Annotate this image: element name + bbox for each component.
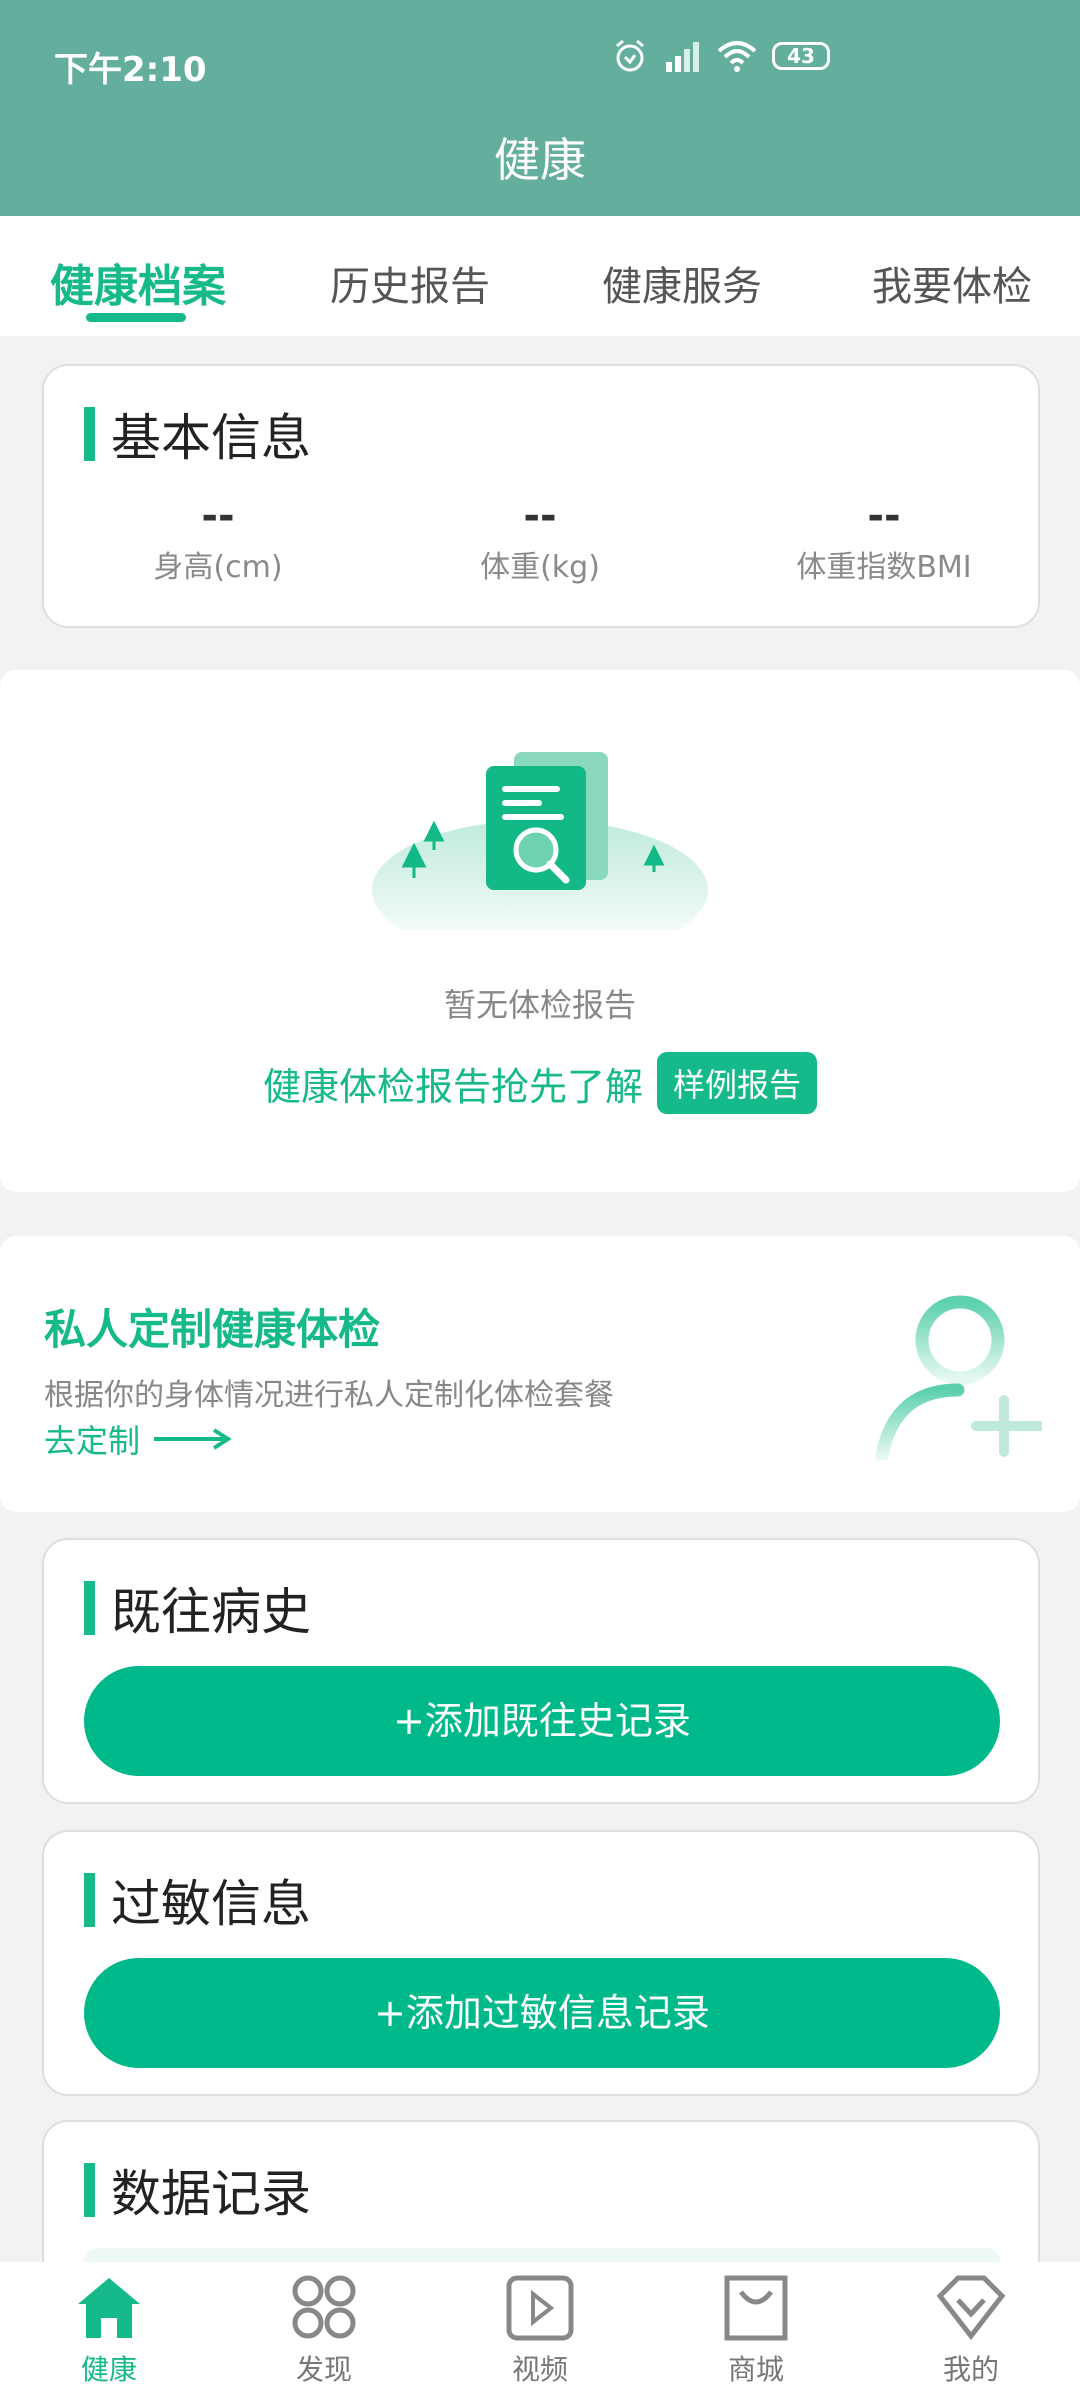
nav-item-health[interactable]: 健康 [44, 2274, 174, 2388]
metric-height-value: -- [201, 493, 235, 539]
status-icons: 43 [612, 38, 830, 74]
nav-label-discover: 发现 [295, 2353, 352, 2386]
custom-checkup-description: 根据你的身体情况进行私人定制化体检套餐 [44, 1378, 614, 1413]
data-records-title: 数据记录 [111, 2165, 311, 2223]
nav-label-video: 视频 [511, 2353, 568, 2386]
nav-item-profile[interactable]: 我的 [906, 2274, 1036, 2388]
add-user-icon [875, 1295, 1042, 1460]
status-time: 下午2:10 [54, 50, 207, 90]
arrow-right-icon [154, 1428, 232, 1450]
metric-bmi-value: -- [867, 493, 901, 539]
add-medical-history-button[interactable]: +添加既往史记录 [84, 1666, 1000, 1776]
section-accent-bar [84, 407, 95, 461]
metric-height-label: 身高(cm) [153, 550, 283, 585]
alarm-icon [616, 39, 644, 72]
basic-info-header: 基本信息 [84, 398, 311, 470]
allergy-card: 过敏信息 +添加过敏信息记录 [42, 1830, 1040, 2096]
empty-report-illustration [372, 752, 708, 930]
app-header: 下午2:10 43 健康 [0, 0, 1080, 216]
nav-label-shop: 商城 [727, 2353, 784, 2386]
bottom-nav: 健康 发现 视频 商城 我的 [0, 2262, 1080, 2400]
report-promo-text[interactable]: 健康体检报告抢先了解 [263, 1056, 643, 1111]
metric-weight-value: -- [523, 493, 557, 539]
top-tabs: 健康档案 历史报告 健康服务 我要体检 [0, 216, 1080, 336]
sample-report-row: 健康体检报告抢先了解 样例报告 [0, 1052, 1080, 1114]
medical-history-card: 既往病史 +添加既往史记录 [42, 1538, 1040, 1804]
page-title: 健康 [494, 133, 586, 187]
basic-info-title: 基本信息 [111, 409, 311, 467]
customize-link[interactable]: 去定制 [44, 1416, 232, 1462]
video-icon [506, 2275, 574, 2341]
wifi-icon [717, 41, 757, 72]
metric-weight[interactable]: -- 体重(kg) [390, 496, 690, 586]
nav-item-video[interactable]: 视频 [475, 2274, 605, 2388]
tab-indicator [86, 313, 186, 322]
section-accent-bar [84, 2163, 95, 2217]
tab-history-reports[interactable]: 历史报告 [330, 254, 490, 312]
nav-item-discover[interactable]: 发现 [259, 2274, 389, 2388]
nav-item-shop[interactable]: 商城 [691, 2274, 821, 2388]
section-accent-bar [84, 1581, 95, 1635]
shop-bag-icon [724, 2275, 788, 2341]
customize-link-label: 去定制 [44, 1422, 141, 1460]
nav-label-health: 健康 [80, 2353, 137, 2386]
discover-icon [292, 2275, 356, 2339]
metric-bmi[interactable]: -- 体重指数BMI [734, 496, 1034, 586]
signal-icon [666, 42, 699, 72]
sample-report-button[interactable]: 样例报告 [657, 1052, 818, 1114]
battery-icon: 43 [772, 42, 830, 70]
empty-report-text: 暂无体检报告 [443, 986, 636, 1024]
tab-health-services[interactable]: 健康服务 [602, 254, 762, 312]
tab-book-checkup[interactable]: 我要体检 [872, 254, 1032, 312]
metric-bmi-label: 体重指数BMI [796, 550, 972, 585]
allergy-header: 过敏信息 [84, 1864, 311, 1936]
home-icon [78, 2278, 140, 2338]
medical-history-title: 既往病史 [111, 1583, 311, 1641]
profile-icon [936, 2275, 1006, 2341]
metric-weight-label: 体重(kg) [480, 550, 600, 585]
add-allergy-button[interactable]: +添加过敏信息记录 [84, 1958, 1000, 2068]
data-records-header: 数据记录 [84, 2154, 311, 2226]
basic-info-card: 基本信息 -- 身高(cm) -- 体重(kg) -- 体重指数BMI [42, 364, 1040, 628]
custom-checkup-title: 私人定制健康体检 [44, 1305, 381, 1354]
medical-history-header: 既往病史 [84, 1572, 311, 1644]
allergy-title: 过敏信息 [111, 1875, 311, 1933]
tab-health-records[interactable]: 健康档案 [50, 250, 226, 314]
nav-label-profile: 我的 [942, 2353, 999, 2386]
metric-height[interactable]: -- 身高(cm) [68, 496, 368, 586]
section-accent-bar [84, 1873, 95, 1927]
